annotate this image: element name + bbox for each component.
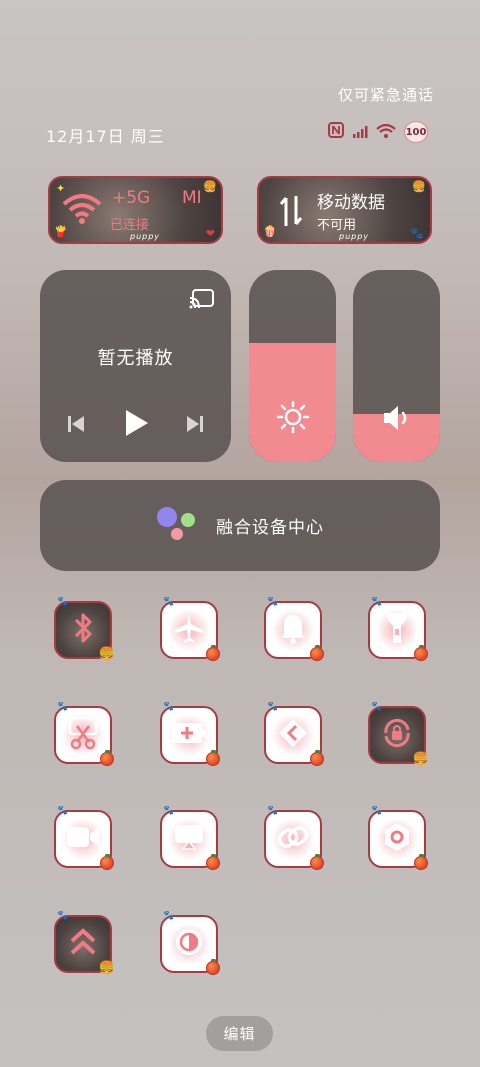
media-player[interactable]: 暂无播放 [40, 270, 231, 462]
scissors-icon [67, 716, 99, 754]
paw-icon: 🐾 [267, 597, 279, 607]
flashlight-tile[interactable]: 🐾 [368, 597, 428, 661]
wifi-icon [62, 194, 102, 228]
notification-sound-tile[interactable]: 🐾 [264, 597, 324, 661]
screen-mirror-icon [173, 823, 205, 855]
video-camera-icon [66, 825, 100, 853]
wifi-card[interactable]: ✦ +5G MI 已连接 🍔 🍟 puppy ❤ [48, 176, 223, 244]
burger-icon: 🍔 [98, 961, 115, 976]
contrast-icon [174, 927, 204, 961]
paw-icon: 🐾 [163, 597, 175, 607]
bell-icon [278, 612, 308, 648]
fusion-device-center[interactable]: 融合设备中心 [40, 480, 440, 571]
paw-icon: 🐾 [267, 702, 279, 712]
tomato-icon [206, 750, 220, 766]
previous-icon[interactable] [66, 414, 86, 438]
wifi-status: 已连接 [110, 218, 150, 233]
tomato-icon [414, 645, 428, 661]
paw-icon: 🐾 [371, 806, 383, 816]
paw-icon: 🐾 [57, 702, 69, 712]
share-diamond-icon [277, 717, 309, 753]
tomato-icon [206, 959, 220, 975]
burger-icon: 🍔 [412, 180, 426, 193]
tomato-icon [414, 854, 428, 870]
tomato-icon [310, 854, 324, 870]
wifi-name-suffix: MI [182, 188, 202, 208]
tomato-icon [206, 645, 220, 661]
mobile-data-card[interactable]: 移动数据 不可用 🍔 🍿 puppy 🐾 [257, 176, 432, 244]
tomato-icon [310, 645, 324, 661]
puppy-caption: puppy [130, 232, 161, 241]
puppy-caption: puppy [339, 232, 370, 241]
battery-saver-tile[interactable]: 🐾 [160, 702, 220, 766]
sun-icon [276, 400, 310, 438]
mobile-data-status: 不可用 [317, 218, 357, 233]
paw-icon: 🐾 [57, 806, 69, 816]
volume-slider[interactable] [353, 270, 440, 462]
tomato-icon [100, 854, 114, 870]
link-icon [276, 822, 310, 856]
mobile-data-title: 移动数据 [317, 193, 385, 213]
screenshot-tile[interactable]: 🐾 [54, 702, 114, 766]
edit-button[interactable]: 编辑 [206, 1016, 273, 1051]
signal-boost-tile[interactable]: 🐾 🍔 [54, 911, 115, 976]
media-title: 暂无播放 [97, 348, 174, 369]
date-label: 12月17日 周三 [46, 127, 165, 146]
tomato-icon [206, 854, 220, 870]
link-tile[interactable]: 🐾 [264, 806, 324, 870]
tomato-icon [310, 750, 324, 766]
battery-plus-icon [171, 722, 207, 748]
paw-icon: 🐾 [163, 702, 175, 712]
paw-icon: 🐾 [410, 227, 424, 240]
brightness-slider[interactable] [249, 270, 336, 462]
status-icons: 100 [328, 121, 428, 143]
wifi-name: +5G [112, 188, 151, 208]
paw-icon: 🐾 [371, 597, 383, 607]
screen-record-tile[interactable]: 🐾 [54, 806, 114, 870]
airplane-mode-tile[interactable]: 🐾 [160, 597, 220, 661]
share-tile[interactable]: 🐾 [264, 702, 324, 766]
bluetooth-icon [70, 611, 96, 649]
burger-icon: 🍔 [412, 752, 429, 767]
tomato-icon [100, 750, 114, 766]
settings-tile[interactable]: 🐾 [368, 806, 428, 870]
nfc-icon [328, 122, 344, 142]
emergency-call-status: 仅可紧急通话 [337, 86, 434, 104]
fusion-label: 融合设备中心 [216, 518, 324, 538]
fusion-dots-icon [156, 506, 198, 546]
speaker-icon [382, 404, 412, 436]
wifi-status-icon [376, 123, 396, 142]
paw-icon: 🐾 [163, 911, 175, 921]
cast-icon[interactable] [189, 288, 215, 314]
rotation-lock-tile[interactable]: 🐾 🍔 [368, 702, 429, 767]
paw-icon: 🐾 [57, 597, 69, 607]
paw-icon: 🐾 [267, 806, 279, 816]
hexagon-settings-icon [381, 821, 413, 857]
next-icon[interactable] [185, 414, 205, 438]
dark-mode-tile[interactable]: 🐾 [160, 911, 220, 975]
burger-icon: 🍔 [98, 647, 115, 662]
flashlight-icon [385, 611, 409, 649]
paw-icon: 🐾 [57, 911, 69, 921]
rotation-lock-icon [380, 716, 414, 754]
data-arrows-icon [279, 192, 303, 234]
paw-icon: 🐾 [371, 702, 383, 712]
heart-icon: ❤ [205, 227, 215, 240]
chevron-up-icon [68, 927, 98, 961]
popcorn-icon: 🍿 [263, 225, 277, 238]
signal-icon [352, 123, 368, 142]
play-icon[interactable] [124, 408, 150, 442]
fries-icon: 🍟 [54, 225, 68, 238]
battery-badge: 100 [404, 121, 428, 143]
burger-icon: 🍔 [203, 180, 217, 193]
airplane-icon [173, 612, 205, 648]
screen-mirror-tile[interactable]: 🐾 [160, 806, 220, 870]
paw-icon: 🐾 [163, 806, 175, 816]
bluetooth-tile[interactable]: 🐾 🍔 [54, 597, 115, 662]
